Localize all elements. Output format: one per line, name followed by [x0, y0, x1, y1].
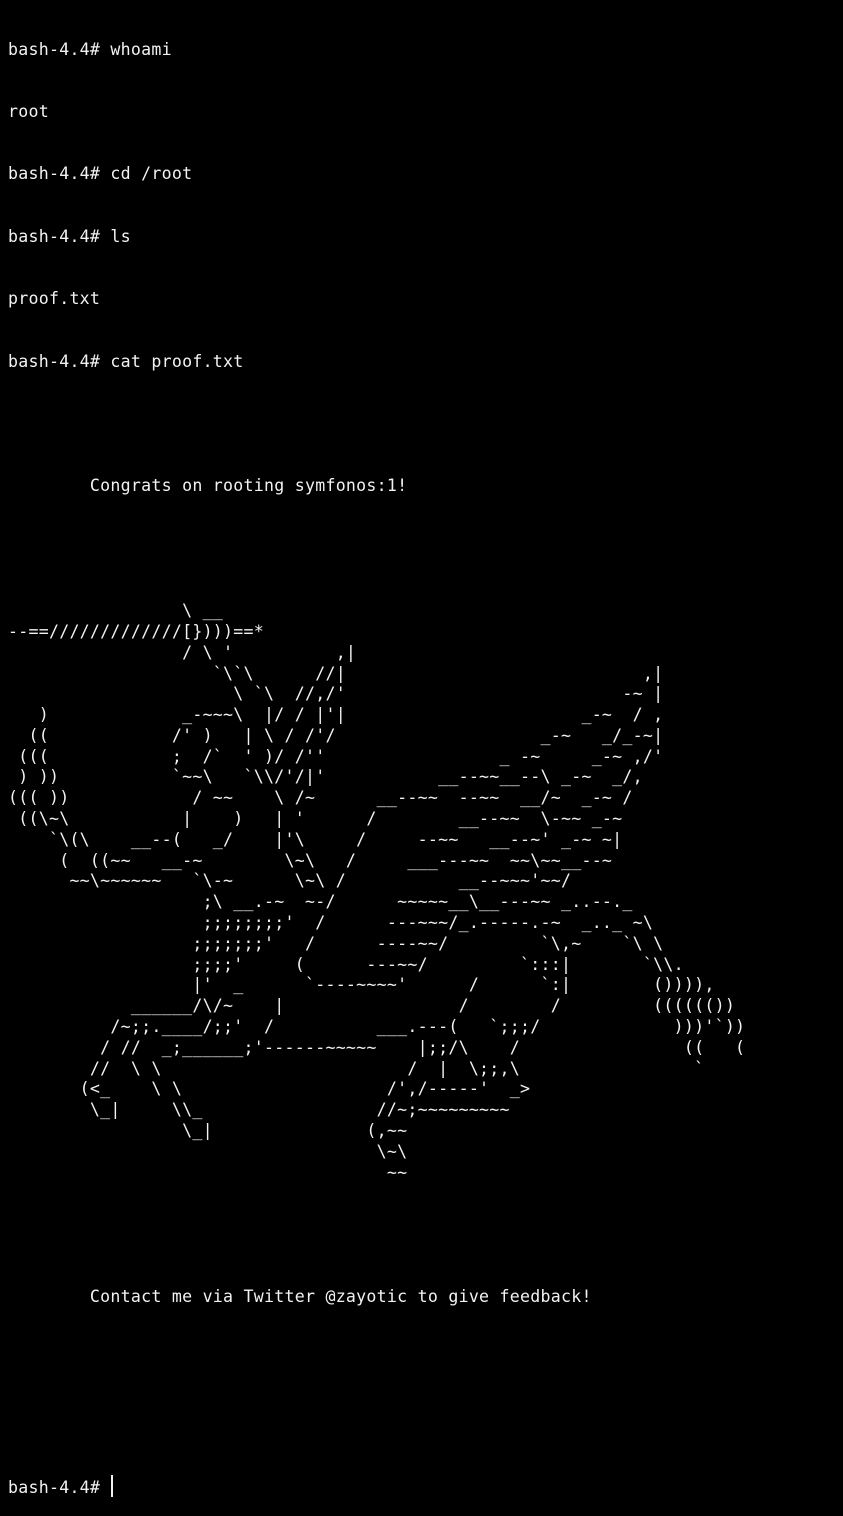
text-cursor[interactable]: [111, 1474, 114, 1497]
terminal-window[interactable]: bash-4.4# whoami root bash-4.4# cd /root…: [8, 0, 838, 1497]
congrats-message: Congrats on rooting symfonos:1!: [8, 476, 408, 496]
active-prompt-line[interactable]: bash-4.4#: [8, 1474, 838, 1497]
command-line: bash-4.4# cd /root: [8, 164, 193, 184]
output-line: root: [8, 101, 49, 121]
contact-message: Contact me via Twitter @zayotic to give …: [8, 1287, 592, 1307]
shell-prompt: bash-4.4#: [8, 1477, 111, 1497]
command-line: bash-4.4# ls: [8, 226, 131, 246]
command-line: bash-4.4# whoami: [8, 39, 172, 59]
output-line: proof.txt: [8, 289, 101, 309]
command-line: bash-4.4# cat proof.txt: [8, 351, 244, 371]
ascii-art-griffin: \ __ --==/////////////[})))==* / \ ' ,| …: [8, 601, 746, 1182]
